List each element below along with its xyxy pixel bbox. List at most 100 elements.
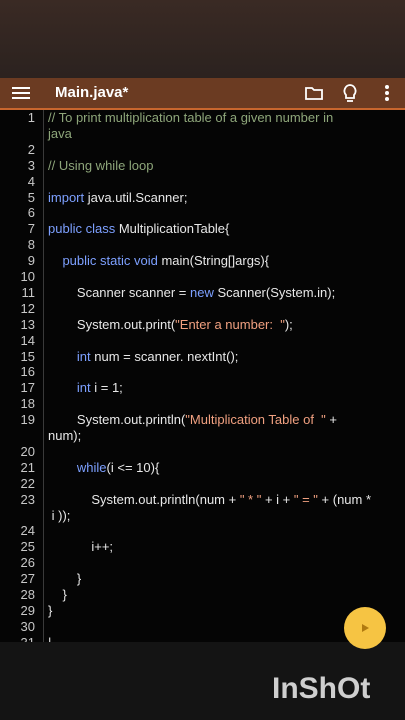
code-token: } (48, 587, 67, 602)
line-number: 13 (20, 316, 35, 332)
folder-icon[interactable] (303, 82, 325, 104)
code-token: " = " (293, 491, 318, 507)
line-number: 10 (20, 269, 35, 284)
code-token: num); (48, 428, 82, 443)
line-number: 27 (20, 571, 35, 587)
code-token: int (76, 380, 91, 396)
code-token: java.util.Scanner; (84, 189, 188, 205)
line-number: 30 (20, 618, 35, 634)
code-line: i++; (0, 539, 405, 555)
code-text: java (48, 126, 72, 142)
code-token: // Using while loop (48, 157, 154, 173)
code-token: (i <= 10){ (106, 459, 160, 475)
line-number: 5 (27, 189, 35, 205)
code-token: "Enter a number: " (175, 316, 285, 332)
code-text: public class MultiplicationTable{ (48, 221, 229, 237)
code-line: } (0, 571, 405, 587)
code-token: public static void (62, 253, 158, 269)
code-line: public class MultiplicationTable{ (0, 221, 405, 237)
code-text: int num = scanner. nextInt(); (48, 348, 239, 365)
more-vertical-icon[interactable] (376, 82, 398, 104)
code-token: i )); (48, 507, 71, 523)
code-token: int (76, 348, 91, 364)
code-line: } (0, 587, 405, 603)
line-number: 12 (20, 300, 35, 316)
code-text: } (48, 587, 67, 603)
code-text: import java.util.Scanner; (48, 190, 187, 206)
code-text: System.out.println(num + " * " + i + " =… (48, 492, 371, 508)
line-number: 22 (20, 475, 35, 491)
code-line: Scanner scanner = new Scanner(System.in)… (0, 285, 405, 301)
lightbulb-icon[interactable] (339, 82, 361, 104)
line-number: 2 (27, 141, 35, 157)
line-number: 9 (27, 253, 35, 269)
code-token: Scanner scanner = (48, 284, 190, 300)
menu-icon[interactable] (12, 84, 30, 102)
code-line: // Using while loop (0, 158, 405, 174)
line-number: 25 (20, 539, 35, 555)
watermark-logo: InShOt (272, 672, 371, 705)
code-line: import java.util.Scanner; (0, 190, 405, 206)
code-line: } (0, 603, 405, 619)
code-line: public static void main(String[]args){ (0, 253, 405, 269)
code-text: } (48, 571, 81, 587)
code-text: // To print multiplication table of a gi… (48, 110, 333, 126)
line-number: 4 (27, 173, 35, 189)
line-number: 18 (20, 396, 35, 412)
line-number: 17 (20, 380, 35, 396)
code-token: Scanner(System.in); (213, 284, 336, 300)
code-token: System.out.println( (48, 412, 186, 428)
code-token: i++; (48, 539, 114, 555)
code-token: public class (48, 221, 116, 237)
code-text: public static void main(String[]args){ (48, 253, 269, 269)
code-text: i++; (48, 539, 113, 555)
line-number: 15 (20, 348, 35, 364)
line-number: 23 (20, 491, 35, 507)
code-token: "Multiplication Table of " (185, 412, 326, 428)
code-line: System.out.println("Multiplication Table… (0, 412, 405, 428)
line-number: 3 (27, 157, 35, 173)
code-token: new (190, 284, 214, 300)
code-text: } (48, 603, 52, 619)
line-number: 29 (20, 602, 35, 618)
code-token: + i + (261, 491, 294, 507)
code-line: System.out.println(num + " * " + i + " =… (0, 492, 405, 508)
line-number: 14 (20, 332, 35, 348)
status-area (0, 0, 405, 78)
toolbar: Main.java* (0, 78, 405, 110)
code-line: int num = scanner. nextInt(); (0, 349, 405, 365)
line-number: 16 (20, 364, 35, 380)
run-button[interactable] (344, 607, 386, 649)
code-token: } (48, 571, 82, 587)
code-token: System.out.println(num + (48, 491, 240, 507)
line-number: 31 (0, 635, 35, 642)
code-token: | (48, 635, 51, 642)
code-text: int i = 1; (48, 380, 123, 396)
code-line: | (0, 635, 405, 642)
code-token: System.out.print( (48, 316, 176, 332)
code-text: System.out.println("Multiplication Table… (48, 412, 337, 428)
code-token: java (48, 125, 72, 141)
line-number: 6 (27, 205, 35, 221)
line-number: 28 (20, 587, 35, 602)
line-number: 20 (20, 443, 35, 459)
code-token: + (num * (317, 491, 372, 507)
line-number: 8 (27, 237, 35, 253)
code-line: System.out.print("Enter a number: "); (0, 317, 405, 333)
code-editor[interactable]: // To print multiplication table of a gi… (0, 110, 405, 642)
code-token: } (48, 602, 53, 618)
code-token: main(String[]args){ (157, 253, 270, 269)
code-line: int i = 1; (0, 380, 405, 396)
